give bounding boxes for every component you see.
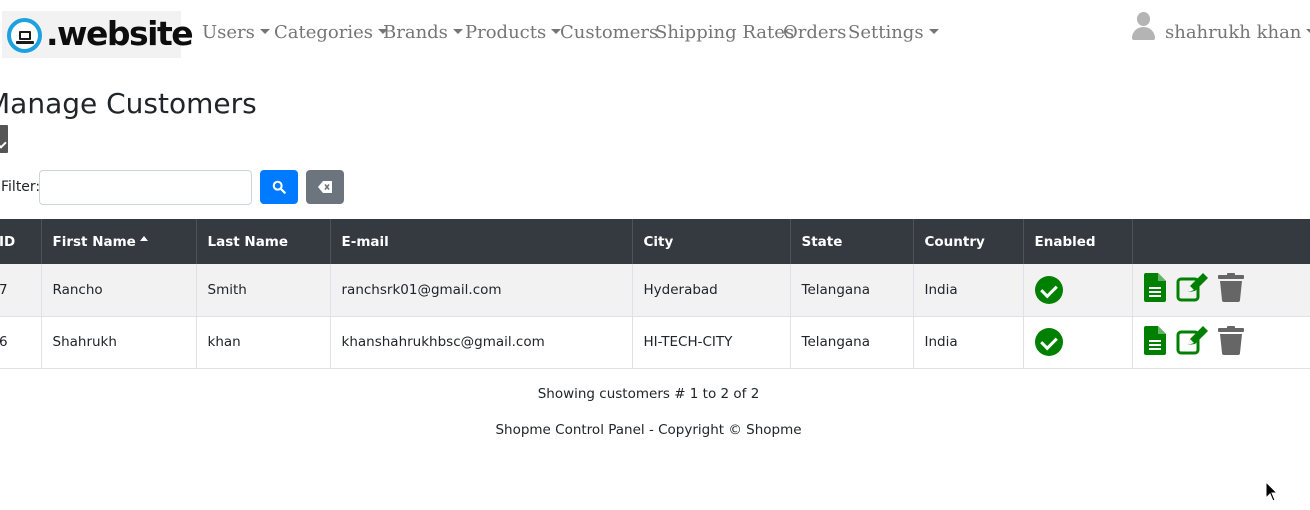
sort-up-icon [139,236,148,241]
mouse-pointer-icon [1265,481,1279,502]
file-csv-icon[interactable] [0,125,8,153]
cell-last-name: Smith [196,264,331,316]
filter-label: Filter: [1,179,41,195]
header-country-label: Country [924,233,985,250]
laptop-logo-icon [7,18,42,53]
cell-email: ranchsrk01@gmail.com [330,264,633,316]
filter-input[interactable] [39,170,252,205]
trash-icon[interactable] [1217,325,1244,359]
check-circle-icon[interactable] [1034,328,1063,356]
cell-enabled [1023,316,1133,368]
header-email[interactable]: E-mail [330,219,633,264]
check-circle-icon[interactable] [1034,275,1063,304]
header-state[interactable]: State [790,219,914,264]
cell-first-name: Shahrukh [41,316,197,368]
search-icon [272,180,286,194]
cell-state: Telangana [790,264,914,316]
edit-icon[interactable] [1176,273,1208,306]
cell-actions [1132,316,1310,368]
cell-country: India [913,264,1024,316]
nav-users-label: Users [202,22,255,43]
header-enabled-label: Enabled [1034,233,1096,250]
user-name-label: shahrukh khan [1165,22,1302,43]
cell-first-name: Rancho [41,264,197,316]
chevron-down-icon [928,29,939,34]
nav-customers[interactable]: Customers [560,22,658,43]
edit-icon[interactable] [1176,325,1208,359]
site-logo[interactable]: .website [2,11,194,58]
nav-brands[interactable]: Brands [383,22,463,43]
table-row: 6 Shahrukh khan khanshahrukhbsc@gmail.co… [0,316,1310,368]
nav-products[interactable]: Products [465,22,562,43]
header-actions [1132,219,1310,264]
cell-country: India [913,316,1024,368]
pagination-status: Showing customers # 1 to 2 of 2 [537,386,760,402]
header-city-label: City [643,233,674,250]
header-last-name-label: Last Name [207,233,289,250]
clear-filter-button[interactable] [306,170,344,204]
cell-actions [1132,264,1310,316]
nav-shipping-rates[interactable]: Shipping Rates [655,22,794,43]
header-first-name-label: First Name [52,233,136,250]
chevron-down-icon [259,29,270,34]
header-first-name[interactable]: First Name [41,219,197,264]
cell-state: Telangana [790,316,914,368]
cell-city: HI-TECH-CITY [632,316,791,368]
table-row: 7 Rancho Smith ranchsrk01@gmail.com Hyde… [0,264,1310,316]
nav-products-label: Products [465,22,547,43]
cell-id: 7 [0,264,42,316]
nav-settings-label: Settings [848,22,924,43]
customers-table: ID First Name Last Name E-mail City Stat… [0,219,1310,369]
nav-users[interactable]: Users [202,22,270,43]
nav-user-menu[interactable]: shahrukh khan [1165,22,1310,43]
cell-city: Hyderabad [632,264,791,316]
cell-id: 6 [0,316,42,368]
logo-text: .website [46,14,194,53]
header-id-label: ID [0,233,16,250]
table-header-row: ID First Name Last Name E-mail City Stat… [0,219,1310,264]
nav-categories-label: Categories [274,22,373,43]
nav-brands-label: Brands [383,22,448,43]
nav-settings[interactable]: Settings [848,22,939,43]
header-last-name[interactable]: Last Name [196,219,331,264]
eraser-icon [318,181,332,193]
header-id[interactable]: ID [0,219,42,264]
cell-email: khanshahrukhbsc@gmail.com [330,316,633,368]
page-title: Manage Customers [0,87,257,120]
header-enabled[interactable]: Enabled [1023,219,1133,264]
cell-last-name: khan [196,316,331,368]
cell-enabled [1023,264,1133,316]
trash-icon[interactable] [1217,273,1244,306]
nav-categories[interactable]: Categories [274,22,388,43]
user-icon[interactable] [1131,12,1157,42]
chevron-down-icon [1306,29,1310,34]
header-email-label: E-mail [341,233,389,250]
top-navbar: .website Users Categories Brands Product… [0,0,1310,68]
header-city[interactable]: City [632,219,791,264]
header-state-label: State [801,233,843,250]
nav-orders[interactable]: Orders [783,22,846,43]
search-button[interactable] [260,170,298,204]
chevron-down-icon [452,29,463,34]
file-text-icon[interactable] [1143,325,1166,359]
file-text-icon[interactable] [1143,273,1166,306]
header-country[interactable]: Country [913,219,1024,264]
page-footer: Shopme Control Panel - Copyright © Shopm… [495,422,802,438]
